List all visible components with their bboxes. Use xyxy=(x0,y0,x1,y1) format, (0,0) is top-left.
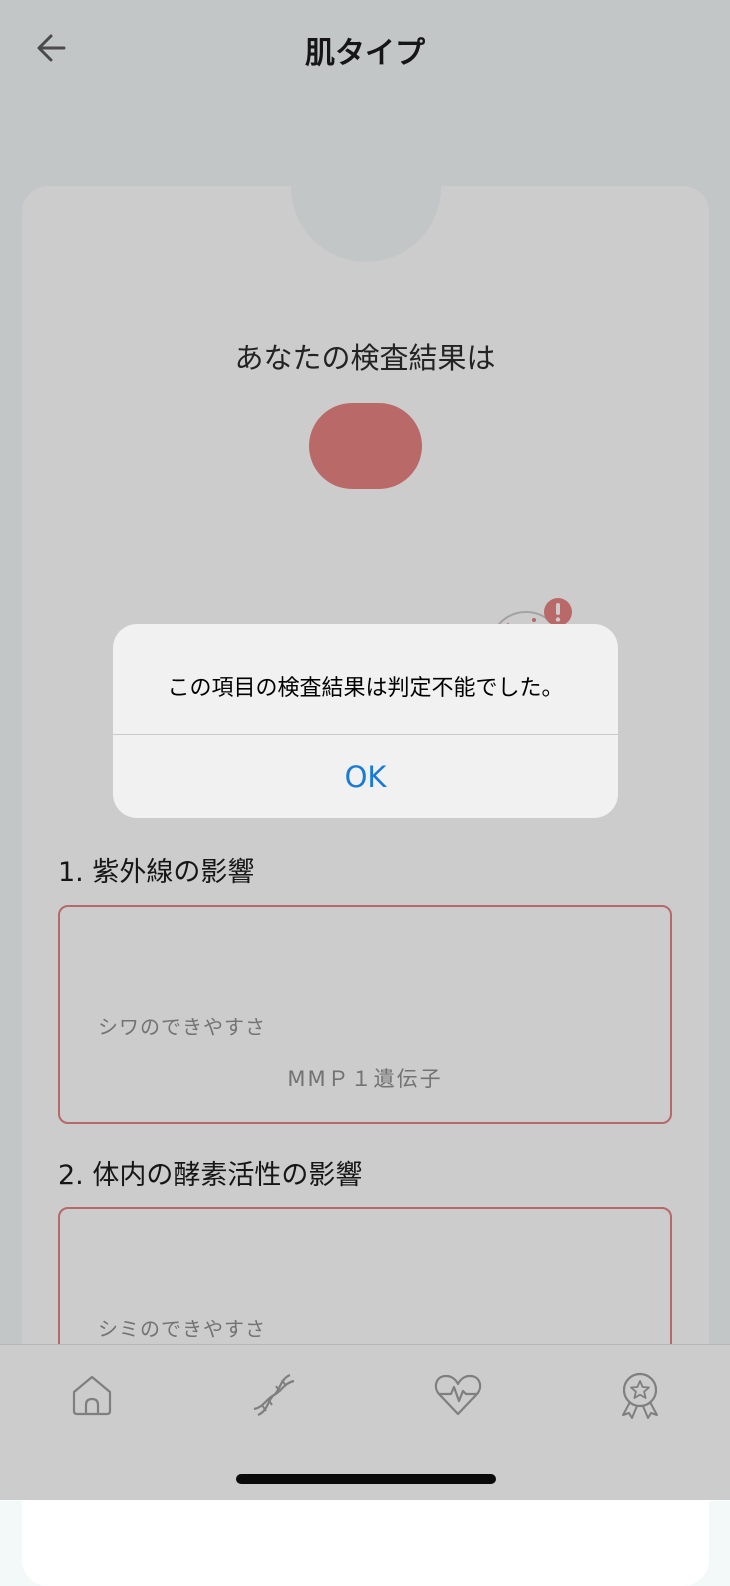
ok-button[interactable]: OK xyxy=(113,735,618,818)
alert-dialog: この項目の検査結果は判定不能でした。 OK xyxy=(113,624,618,818)
screen: 肌タイプ あなたの検査結果は 1. 紫外線の影響 シワのできやすさ MMＰ１遺伝… xyxy=(0,0,730,1586)
dialog-message: この項目の検査結果は判定不能でした。 xyxy=(167,676,564,701)
